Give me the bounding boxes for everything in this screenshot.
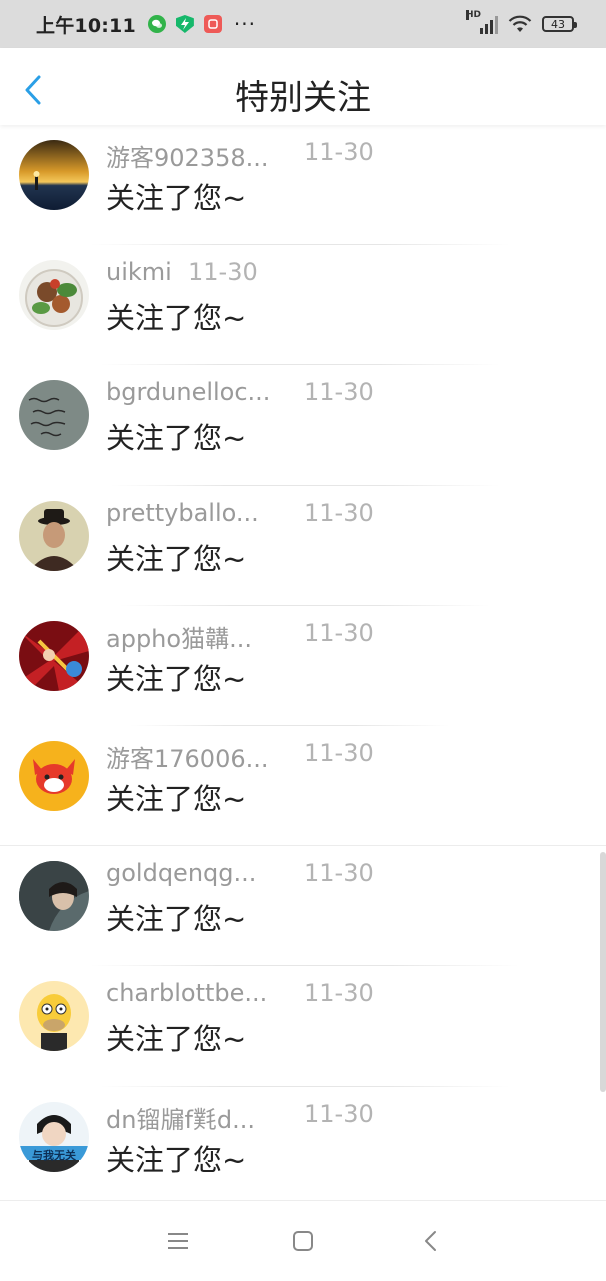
homer-avatar[interactable] bbox=[19, 981, 89, 1052]
status-bar: 上午10:11 ··· HD 43 bbox=[0, 0, 606, 48]
header: 特别关注 bbox=[0, 48, 606, 125]
food-avatar[interactable] bbox=[19, 260, 89, 331]
list-item[interactable]: goldqenqg... 11-30 关注了您~ bbox=[0, 846, 606, 967]
user-name: 游客902358... bbox=[106, 144, 269, 172]
follow-message: 关注了您~ bbox=[106, 421, 247, 456]
girl-avatar[interactable] bbox=[19, 861, 89, 932]
menu-icon bbox=[168, 1233, 188, 1249]
follow-date: 11-30 bbox=[304, 378, 374, 407]
list-item[interactable]: 与我无关 dn镏牖f㲫d... 11-30 关注了您~ bbox=[0, 1087, 606, 1207]
list-item[interactable]: charblottbe... 11-30 关注了您~ bbox=[0, 966, 606, 1087]
follow-date: 11-30 bbox=[188, 258, 258, 287]
back-icon bbox=[425, 1231, 436, 1251]
hd-label: HD bbox=[466, 10, 482, 20]
list-item[interactable]: uikmi 11-30 关注了您~ bbox=[0, 245, 606, 366]
system-nav-bar bbox=[0, 1200, 606, 1281]
user-name: bgrdunelloc... bbox=[106, 378, 271, 407]
follow-message: 关注了您~ bbox=[106, 181, 247, 215]
scrollbar[interactable] bbox=[600, 852, 606, 1092]
follow-list: 游客902358... 11-30 关注了您~ uikmi 11-30 关注了您… bbox=[0, 125, 606, 1207]
battery-level: 43 bbox=[551, 17, 565, 31]
status-right-icons: HD 43 bbox=[466, 10, 577, 34]
user-name: dn镏牖f㲫d... bbox=[106, 1105, 256, 1134]
follow-date: 11-30 bbox=[304, 1099, 374, 1128]
user-name: prettyballo... bbox=[106, 498, 259, 527]
user-name: charblottbe... bbox=[106, 979, 268, 1008]
follow-date: 11-30 bbox=[304, 618, 374, 647]
notification-icons bbox=[147, 15, 222, 33]
follow-date: 11-30 bbox=[304, 859, 374, 888]
follow-message: 关注了您~ bbox=[106, 1022, 247, 1057]
follow-date: 11-30 bbox=[304, 979, 374, 1008]
list-item[interactable]: bgrdunelloc... 11-30 关注了您~ bbox=[0, 365, 606, 486]
boy-avatar[interactable]: 与我无关 bbox=[19, 1101, 89, 1172]
handwriting-avatar[interactable] bbox=[19, 380, 89, 451]
anime-avatar[interactable] bbox=[19, 620, 89, 691]
signal-icon: HD bbox=[466, 10, 498, 34]
app-icon bbox=[203, 15, 222, 33]
follow-message: 关注了您~ bbox=[106, 781, 247, 816]
list-item[interactable]: 游客176006... 11-30 关注了您~ bbox=[0, 726, 606, 847]
home-button[interactable] bbox=[283, 1221, 323, 1261]
follow-date: 11-30 bbox=[304, 498, 374, 527]
list-item[interactable]: prettyballo... 11-30 关注了您~ bbox=[0, 486, 606, 606]
list-item[interactable]: 游客902358... 11-30 关注了您~ bbox=[0, 125, 606, 246]
follow-message: 关注了您~ bbox=[106, 1142, 247, 1177]
follow-message: 关注了您~ bbox=[106, 301, 247, 336]
sunset-avatar[interactable] bbox=[19, 140, 89, 210]
cartoon-fox-avatar[interactable] bbox=[19, 740, 89, 811]
follow-date: 11-30 bbox=[304, 138, 374, 166]
follow-message: 关注了您~ bbox=[106, 902, 247, 937]
user-name: uikmi bbox=[106, 258, 172, 287]
battery-icon: 43 bbox=[542, 16, 577, 32]
list-item[interactable]: appho猫韝... 11-30 关注了您~ bbox=[0, 606, 606, 726]
wechat-icon bbox=[147, 15, 166, 33]
menu-button[interactable] bbox=[158, 1221, 198, 1261]
wifi-icon bbox=[508, 15, 532, 32]
shield-icon bbox=[175, 15, 194, 33]
avatar-caption: 与我无关 bbox=[32, 1148, 76, 1162]
follow-date: 11-30 bbox=[304, 738, 374, 767]
follow-message: 关注了您~ bbox=[106, 661, 247, 696]
user-name: appho猫韝... bbox=[106, 624, 252, 653]
user-name: 游客176006... bbox=[106, 744, 269, 773]
home-icon bbox=[293, 1231, 313, 1251]
page-title: 特别关注 bbox=[235, 78, 371, 118]
more-notifications-icon: ··· bbox=[233, 12, 256, 36]
man-hat-avatar[interactable] bbox=[19, 500, 89, 571]
follow-message: 关注了您~ bbox=[106, 541, 247, 576]
user-name: goldqenqg... bbox=[106, 859, 257, 888]
status-time: 上午10:11 bbox=[36, 14, 136, 37]
nav-back-button[interactable] bbox=[410, 1221, 450, 1261]
